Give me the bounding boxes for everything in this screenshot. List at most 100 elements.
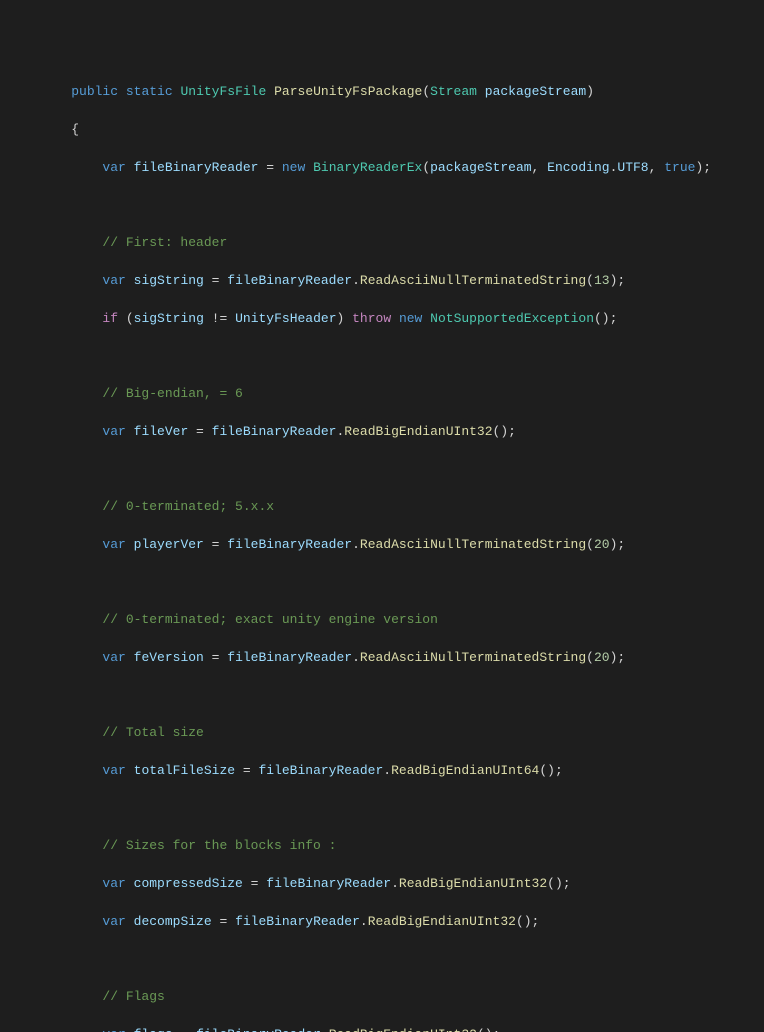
keyword-var: var (102, 160, 125, 175)
paren: ( (126, 311, 134, 326)
obj: fileBinaryReader (227, 273, 352, 288)
obj: fileBinaryReader (258, 763, 383, 778)
paren: (); (493, 424, 516, 439)
code-line[interactable]: var sigString = fileBinaryReader.ReadAsc… (0, 272, 764, 291)
neq: != (204, 311, 235, 326)
code-line[interactable]: var flags = fileBinaryReader.ReadBigEndi… (0, 1026, 764, 1032)
var-name: feVersion (134, 650, 204, 665)
dot: . (321, 1027, 329, 1032)
eq: = (235, 763, 258, 778)
comment: // Flags (102, 989, 164, 1004)
var-name: fileVer (134, 424, 189, 439)
obj: fileBinaryReader (235, 914, 360, 929)
blank-line[interactable] (0, 799, 764, 818)
paren: ); (610, 273, 626, 288)
dot: . (360, 914, 368, 929)
call: ReadBigEndianUInt32 (399, 876, 547, 891)
paren: (); (539, 763, 562, 778)
paren: ) (586, 84, 594, 99)
comment: // Sizes for the blocks info : (102, 838, 336, 853)
eq: = (204, 537, 227, 552)
call: ReadBigEndianUInt32 (368, 914, 516, 929)
var-name: fileBinaryReader (134, 160, 259, 175)
eq: = (188, 424, 211, 439)
code-line[interactable]: // First: header (0, 234, 764, 253)
code-line[interactable]: public static UnityFsFile ParseUnityFsPa… (0, 83, 764, 102)
var-name: playerVer (134, 537, 204, 552)
arg: packageStream (430, 160, 531, 175)
code-line[interactable]: { (0, 121, 764, 140)
code-line[interactable]: // Flags (0, 988, 764, 1007)
blank-line[interactable] (0, 950, 764, 969)
keyword-var: var (102, 424, 125, 439)
keyword-true: true (664, 160, 695, 175)
call: ReadAsciiNullTerminatedString (360, 273, 586, 288)
blank-line[interactable] (0, 196, 764, 215)
paren: (); (477, 1027, 500, 1032)
code-line[interactable]: // Total size (0, 724, 764, 743)
obj: fileBinaryReader (266, 876, 391, 891)
keyword-var: var (102, 273, 125, 288)
paren: (); (547, 876, 570, 891)
comment: // Total size (102, 725, 203, 740)
param-type: Stream (430, 84, 477, 99)
paren: ); (610, 650, 626, 665)
comment: // Big-endian, = 6 (102, 386, 242, 401)
call: ReadBigEndianUInt32 (329, 1027, 477, 1032)
eq: = (212, 914, 235, 929)
paren: ( (422, 160, 430, 175)
var-name: totalFileSize (134, 763, 235, 778)
code-line[interactable]: if (sigString != UnityFsHeader) throw ne… (0, 310, 764, 329)
comma: , (649, 160, 665, 175)
code-line[interactable]: var playerVer = fileBinaryReader.ReadAsc… (0, 536, 764, 555)
paren: ( (422, 84, 430, 99)
dot: . (383, 763, 391, 778)
paren: (); (594, 311, 617, 326)
comment: // 0-terminated; exact unity engine vers… (102, 612, 437, 627)
blank-line[interactable] (0, 347, 764, 366)
keyword-public: public (71, 84, 118, 99)
code-line[interactable]: var compressedSize = fileBinaryReader.Re… (0, 875, 764, 894)
paren: ( (586, 537, 594, 552)
blank-line[interactable] (0, 573, 764, 592)
eq: = (173, 1027, 196, 1032)
const-ref: UnityFsHeader (235, 311, 336, 326)
keyword-var: var (102, 650, 125, 665)
obj: fileBinaryReader (212, 424, 337, 439)
keyword-var: var (102, 1027, 125, 1032)
var-ref: sigString (134, 311, 204, 326)
blank-line[interactable] (0, 460, 764, 479)
paren: ) (337, 311, 353, 326)
call: ReadAsciiNullTerminatedString (360, 650, 586, 665)
dot: . (391, 876, 399, 891)
code-line[interactable]: // 0-terminated; 5.x.x (0, 498, 764, 517)
ctor-type: BinaryReaderEx (313, 160, 422, 175)
keyword-var: var (102, 763, 125, 778)
keyword-if: if (102, 311, 118, 326)
call: ReadBigEndianUInt64 (391, 763, 539, 778)
var-name: compressedSize (134, 876, 243, 891)
code-line[interactable]: // 0-terminated; exact unity engine vers… (0, 611, 764, 630)
eq: = (204, 650, 227, 665)
code-line[interactable]: // Sizes for the blocks info : (0, 837, 764, 856)
var-name: sigString (134, 273, 204, 288)
var-name: flags (134, 1027, 173, 1032)
code-line[interactable]: var decompSize = fileBinaryReader.ReadBi… (0, 913, 764, 932)
code-line[interactable]: var fileVer = fileBinaryReader.ReadBigEn… (0, 423, 764, 442)
paren: (); (516, 914, 539, 929)
arg: Encoding (547, 160, 609, 175)
code-line[interactable]: var totalFileSize = fileBinaryReader.Rea… (0, 762, 764, 781)
code-line[interactable]: // Big-endian, = 6 (0, 385, 764, 404)
keyword-throw: throw (352, 311, 391, 326)
code-line[interactable]: var fileBinaryReader = new BinaryReaderE… (0, 159, 764, 178)
paren: ( (586, 273, 594, 288)
call: ReadAsciiNullTerminatedString (360, 537, 586, 552)
code-line[interactable]: var feVersion = fileBinaryReader.ReadAsc… (0, 649, 764, 668)
number: 13 (594, 273, 610, 288)
arg: UTF8 (617, 160, 648, 175)
number: 20 (594, 537, 610, 552)
return-type: UnityFsFile (180, 84, 266, 99)
keyword-var: var (102, 876, 125, 891)
eq: = (258, 160, 281, 175)
blank-line[interactable] (0, 686, 764, 705)
